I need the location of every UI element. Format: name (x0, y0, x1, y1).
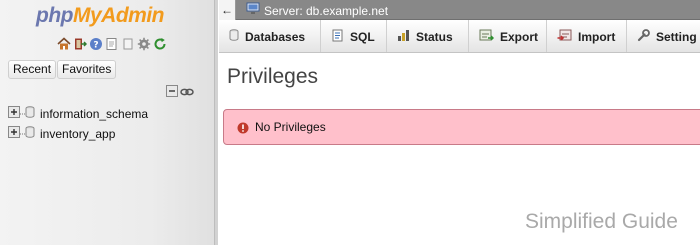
import-icon (557, 29, 572, 45)
expand-icon[interactable] (8, 105, 20, 123)
database-icon (229, 29, 239, 44)
tab-import[interactable]: Import (547, 20, 627, 52)
documentation-icon[interactable] (105, 37, 119, 51)
tab-status[interactable]: Status (387, 20, 469, 52)
collapse-all-icon[interactable] (166, 84, 178, 102)
reload-icon[interactable] (153, 37, 167, 51)
tab-label: Setting (656, 29, 697, 44)
database-icon (25, 125, 35, 143)
watermark: Simplified Guide (525, 210, 678, 233)
tab-export[interactable]: Export (469, 20, 547, 52)
settings-icon[interactable] (137, 37, 151, 51)
home-icon[interactable] (57, 37, 71, 51)
collapse-navigation-button[interactable]: ← (219, 0, 236, 20)
error-message-box: No Privileges (223, 109, 700, 145)
help-icon[interactable]: ? (89, 37, 103, 51)
tree-item-information-schema[interactable]: information_schema (8, 104, 148, 124)
status-icon (397, 29, 410, 45)
expand-icon[interactable] (8, 125, 20, 143)
navigation-resizer[interactable] (214, 0, 218, 245)
logo-my: My (72, 4, 102, 27)
server-label: Server: db.example.net (264, 3, 389, 18)
tab-sql[interactable]: SQL (321, 20, 387, 52)
phpmyadmin-logo[interactable]: phpMyAdmin (36, 3, 164, 29)
breadcrumb: ← Server: db.example.net (219, 0, 700, 20)
link-with-main-panel-icon[interactable] (180, 84, 194, 102)
database-name[interactable]: information_schema (40, 107, 148, 121)
tab-label: Import (578, 29, 616, 44)
error-icon (237, 121, 249, 139)
tab-label: Export (500, 29, 539, 44)
svg-text:?: ? (93, 41, 98, 51)
navigation-icons: ? (57, 37, 167, 51)
sql-icon (331, 29, 344, 45)
wrench-icon (637, 28, 650, 45)
error-message: No Privileges (255, 120, 326, 134)
logo-admin: Admin (101, 4, 164, 27)
database-icon (25, 105, 35, 123)
favorites-button[interactable]: Favorites (57, 60, 117, 79)
database-tree: information_schema inventory_app (8, 104, 148, 144)
documentation-page-icon[interactable] (121, 37, 135, 51)
export-icon (479, 29, 495, 45)
navigation-panel: phpMyAdmin ? Recent Favorites informatio… (0, 0, 214, 245)
tree-controls (166, 84, 194, 102)
page-title: Privileges (227, 65, 319, 88)
top-menu: Databases SQL Status Export Import Setti… (219, 20, 700, 53)
logout-icon[interactable] (73, 37, 87, 51)
tab-databases[interactable]: Databases (219, 20, 321, 52)
server-icon (246, 2, 260, 19)
database-name[interactable]: inventory_app (40, 127, 115, 141)
tab-label: SQL (350, 29, 375, 44)
tab-label: Status (416, 29, 453, 44)
tree-item-inventory-app[interactable]: inventory_app (8, 124, 148, 144)
phpmyadmin-window: phpMyAdmin ? Recent Favorites informatio… (0, 0, 700, 245)
logo-php: php (36, 4, 73, 27)
breadcrumb-server[interactable]: Server: db.example.net (246, 2, 388, 19)
recent-button[interactable]: Recent (8, 60, 57, 79)
tab-settings[interactable]: Setting (627, 20, 700, 52)
tab-label: Databases (245, 29, 306, 44)
